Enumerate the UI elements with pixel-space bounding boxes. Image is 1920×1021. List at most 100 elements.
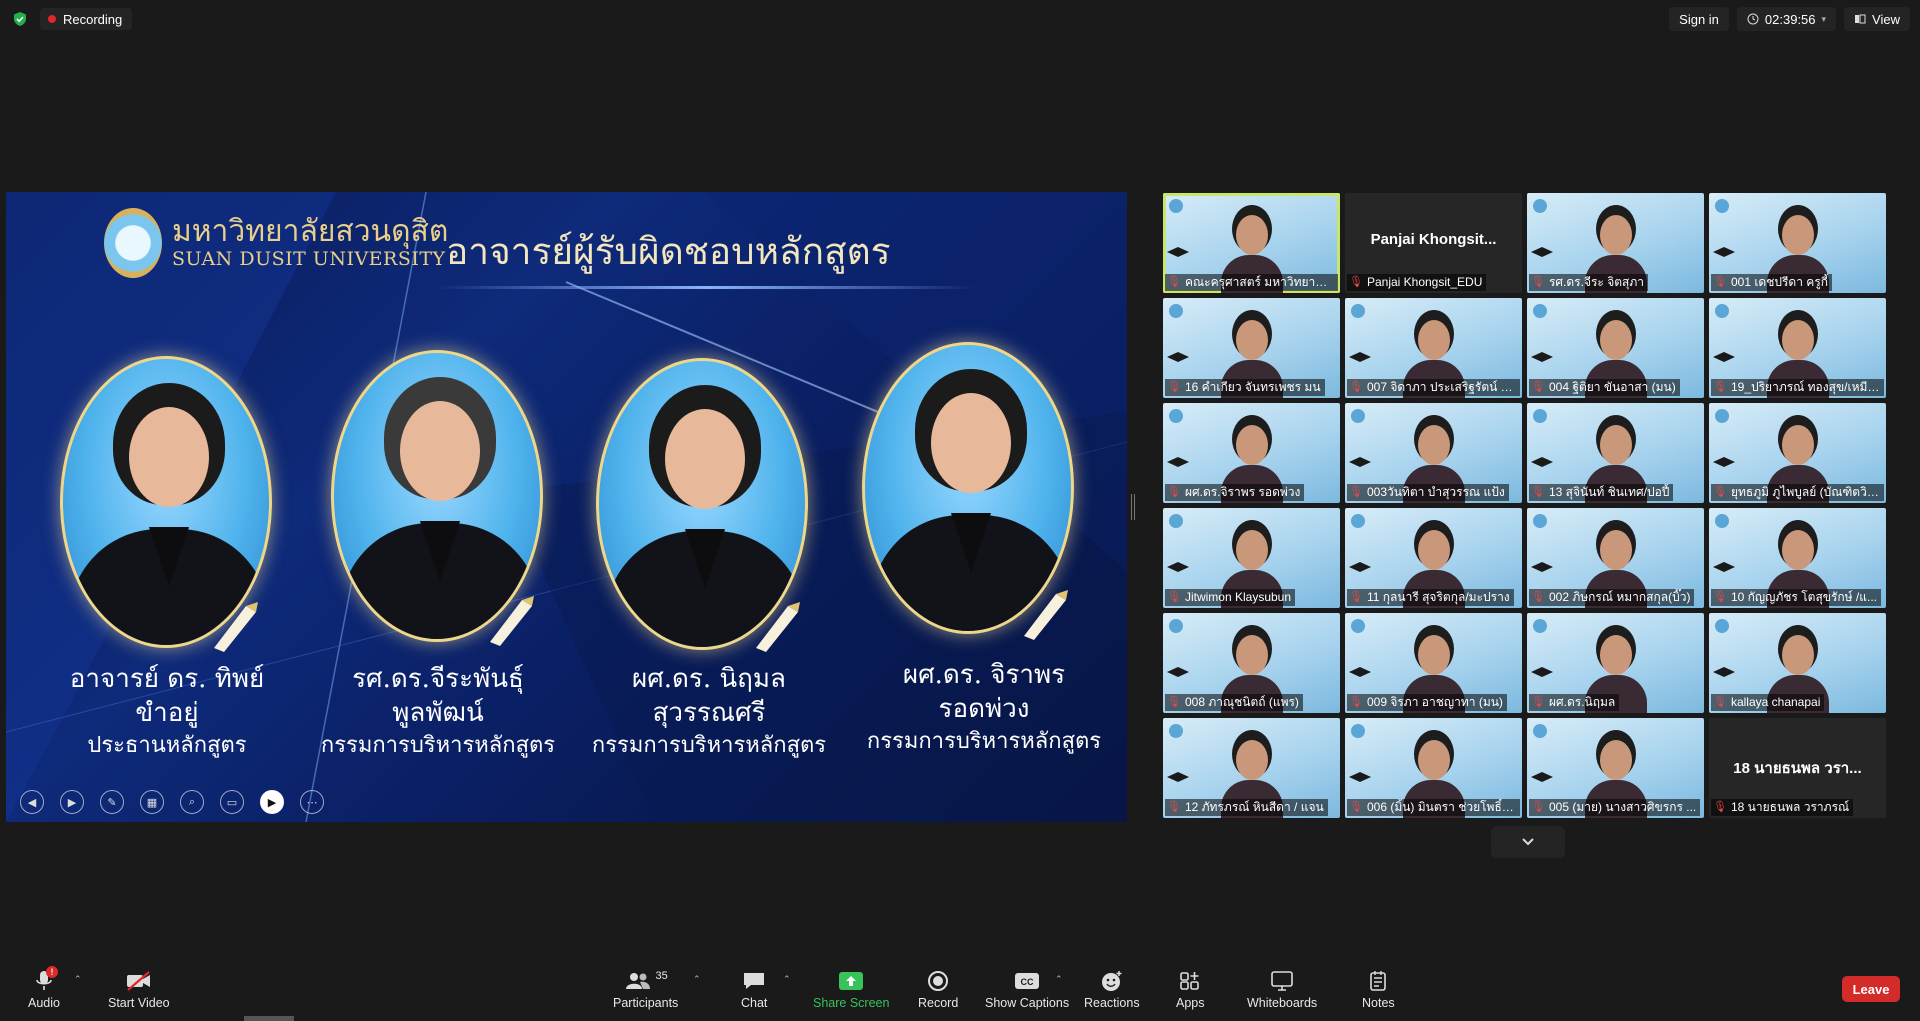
participant-tile[interactable]: 🎙 12 ภัทรภรณ์ หินสีดา / แจน: [1163, 718, 1340, 818]
participant-tile[interactable]: 🎙 Jitwimon Klaysubun: [1163, 508, 1340, 608]
person-name: รศ.ดร.จีระพันธุ์: [352, 664, 524, 694]
participant-tile[interactable]: 🎙 001 เดชปรีดา ครูกี้: [1709, 193, 1886, 293]
slideshow-controls: ◀ ▶ ✎ ▦ ⌕ ▭ ▶ ⋯: [20, 790, 324, 814]
participant-name: ผศ.ดร.จิราพร รอดพ่วง: [1184, 485, 1301, 499]
horizontal-scrollbar[interactable]: [244, 1016, 294, 1021]
record-button[interactable]: Record: [918, 968, 958, 1010]
participant-tile[interactable]: 🎙 ยุทธภูมิ ภูไพบูลย์ (บัณฑิตวิท...: [1709, 403, 1886, 503]
participant-tile[interactable]: 🎙 11 กุลนารี สุจริตกุล/มะปราง: [1345, 508, 1522, 608]
audio-button[interactable]: ! Audio: [28, 966, 60, 1010]
participant-tile[interactable]: 🎙 002 ภิษกรณ์ หมากสกุล(บิ๊ว): [1527, 508, 1704, 608]
participant-name: 12 ภัทรภรณ์ หินสีดา / แจน: [1184, 800, 1324, 814]
participant-name: 003วันทิตา บำสุวรรณ แป้ง: [1366, 485, 1505, 499]
person-role: ประธานหลักสูตร: [87, 732, 247, 758]
muted-microphone-icon: 🎙: [1713, 486, 1727, 498]
background-logo-icon: [1169, 724, 1183, 738]
chevron-down-icon: ▾: [1821, 13, 1827, 24]
participant-name: 007 จิดาภา ประเสริฐรัตน์ (น...: [1366, 380, 1516, 394]
participant-tile[interactable]: Panjai Khongsit... 🎙 Panjai Khongsit_EDU: [1345, 193, 1522, 293]
graduation-cap-icon: [1167, 772, 1189, 782]
meeting-timer[interactable]: 02:39:56 ▾: [1736, 7, 1837, 31]
notes-button[interactable]: Notes: [1362, 968, 1395, 1010]
share-screen-label: Share Screen: [813, 996, 890, 1010]
graduation-cap-icon: [1531, 562, 1553, 572]
muted-microphone-icon: 🎙: [1349, 696, 1363, 708]
background-logo-icon: [1169, 514, 1183, 528]
background-logo-icon: [1169, 409, 1183, 423]
participant-tile[interactable]: 🎙 16 คำเกียว จันทรเพชร มน: [1163, 298, 1340, 398]
share-screen-button[interactable]: Share Screen: [813, 968, 889, 1010]
university-logo: [104, 208, 162, 278]
participant-tile[interactable]: 🎙 คณะครุศาสตร์ มหาวิทยาลัยส...: [1163, 193, 1340, 293]
participant-name-label: 🎙 002 ภิษกรณ์ หมากสกุล(บิ๊ว): [1529, 589, 1695, 606]
split-view-resize-handle[interactable]: [1131, 494, 1135, 520]
participant-name: ผศ.ดร.นิฤมล: [1548, 695, 1616, 709]
graduation-cap-icon: [1349, 457, 1371, 467]
subtitles-icon[interactable]: ▭: [220, 790, 244, 814]
participants-button[interactable]: 35 Participants: [613, 968, 678, 1010]
chat-button[interactable]: Chat: [741, 968, 767, 1010]
participant-tile[interactable]: 🎙 10 กัญญภัชร โตสุขรักษ์ /แ...: [1709, 508, 1886, 608]
participant-tile[interactable]: 🎙 005 (มาย) นางสาวศิขรกร ...: [1527, 718, 1704, 818]
audio-options-chevron-icon[interactable]: ⌃: [74, 974, 82, 985]
graduation-cap-icon: [1167, 562, 1189, 572]
graduation-cap-icon: [1531, 352, 1553, 362]
participant-tile[interactable]: 🎙 kallaya chanapai: [1709, 613, 1886, 713]
participant-tile[interactable]: 🎙 ผศ.ดร.จิราพร รอดพ่วง: [1163, 403, 1340, 503]
reactions-label: Reactions: [1084, 996, 1140, 1010]
background-logo-icon: [1715, 304, 1729, 318]
participant-name-label: 🎙 ยุทธภูมิ ภูไพบูลย์ (บัณฑิตวิท...: [1711, 484, 1884, 501]
participant-name-label: 🎙 004 ฐิติยา ขันอาสา (มน): [1529, 379, 1680, 396]
reactions-button[interactable]: Reactions: [1084, 968, 1140, 1010]
person-surname: พูลพัฒน์: [392, 698, 484, 729]
participants-options-chevron-icon[interactable]: ⌃: [693, 974, 701, 985]
pen-emblem-icon: [490, 596, 534, 646]
muted-microphone-icon: 🎙: [1531, 276, 1545, 288]
graduation-cap-icon: [1531, 667, 1553, 677]
participant-tile[interactable]: 🎙 008 ภาณุชนิตถ์ (แพร): [1163, 613, 1340, 713]
participant-tile[interactable]: 🎙 007 จิดาภา ประเสริฐรัตน์ (น...: [1345, 298, 1522, 398]
recording-indicator[interactable]: Recording: [40, 8, 133, 30]
participants-label: Participants: [613, 996, 679, 1010]
participant-tile[interactable]: 🎙 006 (มิ้น) มินตรา ช่วยโพธิ์ก...: [1345, 718, 1522, 818]
security-shield-icon[interactable]: [12, 11, 28, 27]
zoom-icon[interactable]: ⌕: [180, 790, 204, 814]
participant-tile[interactable]: 🎙 009 จิรภา อาชญาทา (มน): [1345, 613, 1522, 713]
participant-tile[interactable]: 🎙 004 ฐิติยา ขันอาสา (มน): [1527, 298, 1704, 398]
pen-tool-icon[interactable]: ✎: [100, 790, 124, 814]
chat-options-chevron-icon[interactable]: ⌃: [783, 974, 791, 985]
gallery-next-page-button[interactable]: [1491, 826, 1565, 858]
participant-tile[interactable]: 🎙 19_ปริยาภรณ์ ทองสุข/เหมียว: [1709, 298, 1886, 398]
participant-tile[interactable]: 🎙 003วันทิตา บำสุวรรณ แป้ง: [1345, 403, 1522, 503]
start-video-label: Start Video: [108, 996, 170, 1010]
background-logo-icon: [1533, 199, 1547, 213]
sign-in-button[interactable]: Sign in: [1669, 7, 1729, 31]
more-options-icon[interactable]: ⋯: [300, 790, 324, 814]
participant-tile[interactable]: 🎙 13 สุจินันท์ ชินเทศ/ปอปี้: [1527, 403, 1704, 503]
view-button[interactable]: View: [1844, 7, 1910, 31]
participant-name-label: 🎙 009 จิรภา อาชญาทา (มน): [1347, 694, 1507, 711]
next-slide-icon[interactable]: ▶: [60, 790, 84, 814]
apps-button[interactable]: Apps: [1176, 968, 1205, 1010]
whiteboards-button[interactable]: Whiteboards: [1247, 968, 1317, 1010]
audio-label: Audio: [28, 996, 60, 1010]
leave-button[interactable]: Leave: [1842, 976, 1900, 1002]
camera-icon[interactable]: ▶: [260, 790, 284, 814]
background-logo-icon: [1351, 619, 1365, 633]
background-logo-icon: [1351, 724, 1365, 738]
participant-tile[interactable]: 🎙 ผศ.ดร.นิฤมล: [1527, 613, 1704, 713]
shared-screen[interactable]: มหาวิทยาลัยสวนดุสิต SUAN DUSIT UNIVERSIT…: [6, 192, 1127, 822]
background-logo-icon: [1351, 304, 1365, 318]
slides-grid-icon[interactable]: ▦: [140, 790, 164, 814]
participant-tile[interactable]: 18 นายธนพล วรา... 🎙 18 นายธนพล วราภรณ์: [1709, 718, 1886, 818]
captions-options-chevron-icon[interactable]: ⌃: [1055, 974, 1063, 985]
background-logo-icon: [1715, 199, 1729, 213]
clock-icon: [1747, 13, 1759, 25]
previous-slide-icon[interactable]: ◀: [20, 790, 44, 814]
muted-microphone-icon: 🎙: [1349, 591, 1363, 603]
share-screen-icon: [839, 972, 864, 990]
person-surname: ขำอยู่: [135, 698, 199, 729]
start-video-button[interactable]: Start Video: [108, 968, 170, 1010]
apps-label: Apps: [1176, 996, 1205, 1010]
participant-tile[interactable]: 🎙 รศ.ดร.จีระ จิตสุภา: [1527, 193, 1704, 293]
